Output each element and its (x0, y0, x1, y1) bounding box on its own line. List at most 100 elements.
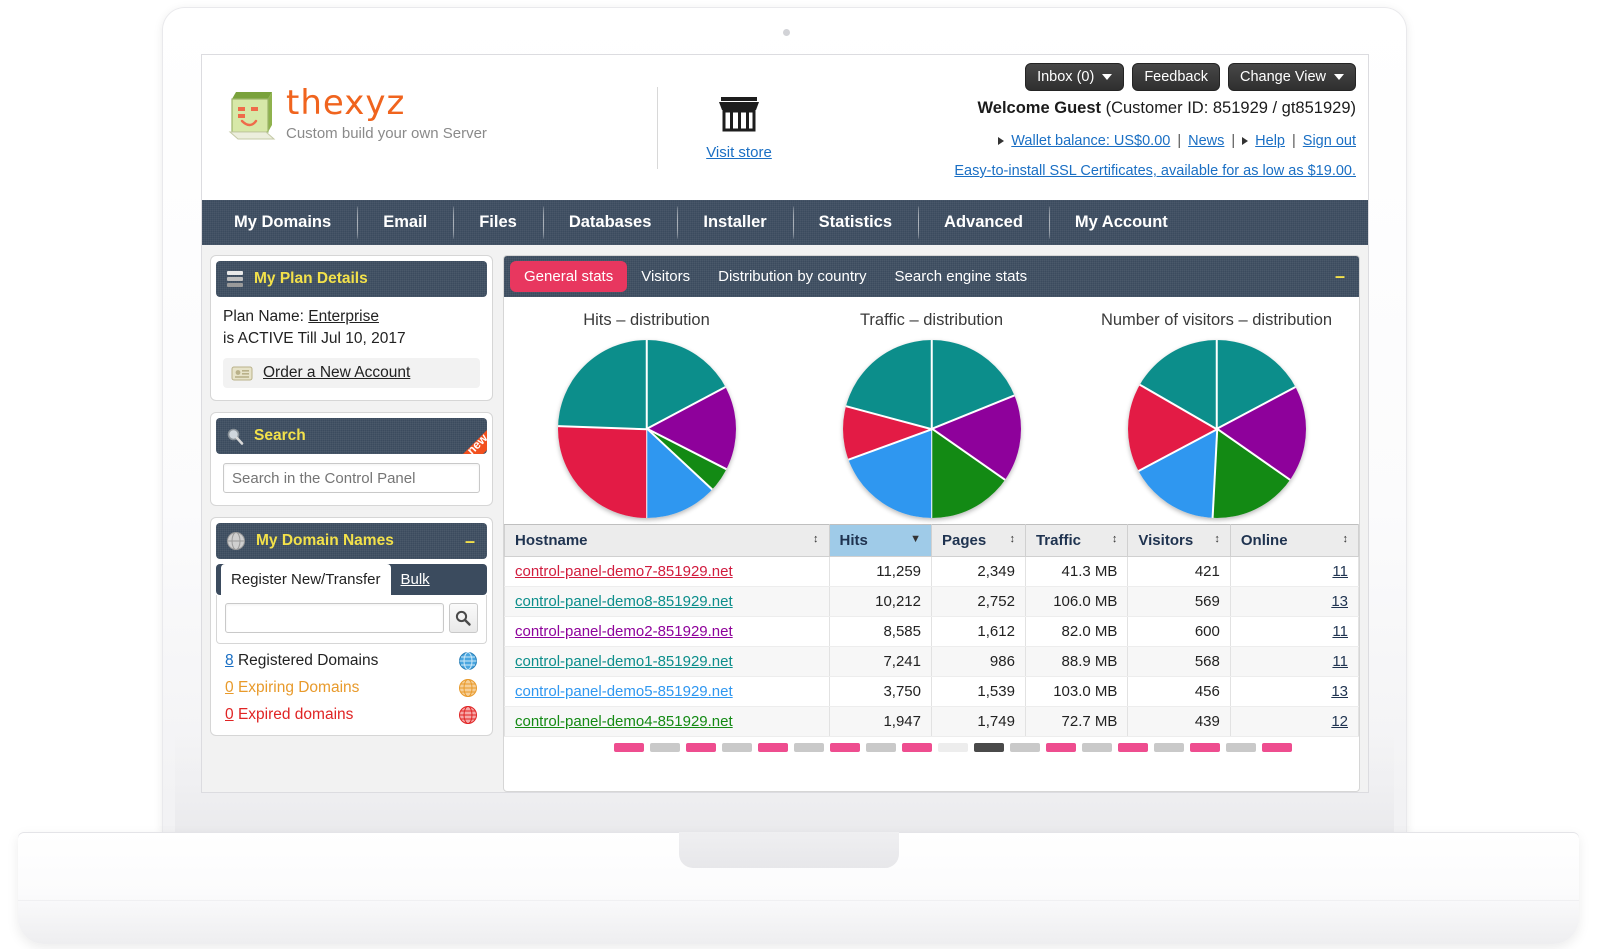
col-hits[interactable]: Hits ▼ (828, 524, 933, 557)
tab-bulk[interactable]: Bulk (391, 564, 440, 595)
tab-register-new-transfer[interactable]: Register New/Transfer (221, 564, 391, 595)
tab-search-engine-stats[interactable]: Search engine stats (881, 261, 1042, 292)
collapse-icon[interactable]: – (1335, 266, 1345, 287)
change-view-button[interactable]: Change View (1228, 63, 1356, 91)
nav-item-statistics[interactable]: Statistics (792, 200, 918, 245)
hostname-link[interactable]: control-panel-demo8-851929.net (515, 593, 733, 610)
online-link[interactable]: 13 (1331, 683, 1348, 700)
wallet-balance-link[interactable]: Wallet balance: US$0.00 (1011, 133, 1170, 149)
cell-online[interactable]: 11 (1229, 556, 1359, 587)
hostname-link[interactable]: control-panel-demo7-851929.net (515, 563, 733, 580)
sort-icon[interactable]: ↕ (813, 532, 819, 546)
ssl-promo-link[interactable]: Easy-to-install SSL Certificates, availa… (954, 163, 1356, 179)
sign-out-link[interactable]: Sign out (1303, 133, 1356, 149)
online-link[interactable]: 11 (1332, 623, 1348, 640)
cell-hostname[interactable]: control-panel-demo7-851929.net (504, 556, 830, 587)
col-traffic-label: Traffic (1035, 532, 1081, 549)
brand-logo[interactable]: thexyz Custom build your own Server (224, 83, 487, 146)
hostname-link[interactable]: control-panel-demo4-851929.net (515, 713, 733, 730)
visit-store-link[interactable]: Visit store (689, 144, 789, 161)
registered-domains-count[interactable]: 8 (225, 652, 234, 669)
nav-item-my-account[interactable]: My Account (1048, 200, 1194, 245)
tab-visitors[interactable]: Visitors (627, 261, 704, 292)
pie-slice-divider (1211, 428, 1218, 518)
cell-hits: 8,585 (828, 616, 933, 647)
cell-online[interactable]: 11 (1229, 646, 1359, 677)
cell-online[interactable]: 13 (1229, 676, 1359, 707)
pie-slice-divider (845, 405, 932, 430)
sort-icon[interactable]: ↕ (1343, 532, 1349, 546)
footer-chip (1010, 743, 1040, 752)
table-row[interactable]: control-panel-demo4-851929.net 1,947 1,749… (504, 706, 1359, 737)
cell-hostname[interactable]: control-panel-demo1-851929.net (504, 646, 830, 677)
col-visitors[interactable]: Visitors ↕ (1127, 524, 1231, 557)
col-online[interactable]: Online ↕ (1229, 524, 1359, 557)
order-new-account-row[interactable]: Order a New Account (223, 358, 480, 388)
cell-online[interactable]: 12 (1229, 706, 1359, 737)
cell-hostname[interactable]: control-panel-demo4-851929.net (504, 706, 830, 737)
cell-online[interactable]: 13 (1229, 586, 1359, 617)
table-row[interactable]: control-panel-demo8-851929.net 10,212 2,75… (504, 586, 1359, 617)
tab-bulk-label: Bulk (400, 571, 430, 588)
registered-domains-row[interactable]: 8 Registered Domains (211, 644, 492, 671)
inbox-button-label: Inbox (0) (1037, 69, 1095, 85)
help-link[interactable]: Help (1255, 133, 1285, 149)
pie-slice-divider (930, 429, 933, 518)
sort-icon[interactable]: ↕ (1214, 532, 1220, 546)
cell-traffic: 103.0 MB (1024, 676, 1129, 707)
search-input[interactable] (223, 463, 480, 493)
nav-item-databases[interactable]: Databases (542, 200, 678, 245)
sort-icon-desc[interactable]: ▼ (910, 532, 921, 546)
online-link[interactable]: 12 (1331, 713, 1348, 730)
table-row[interactable]: control-panel-demo2-851929.net 8,585 1,612… (504, 616, 1359, 647)
hostname-link[interactable]: control-panel-demo1-851929.net (515, 653, 733, 670)
domain-search-input[interactable] (225, 603, 444, 633)
expired-domains-count[interactable]: 0 (225, 706, 234, 723)
col-traffic[interactable]: Traffic ↕ (1024, 524, 1129, 557)
tab-distribution-by-country[interactable]: Distribution by country (704, 261, 880, 292)
expired-domains-row[interactable]: 0 Expired domains (211, 698, 492, 735)
statistics-tabbar: General stats Visitors Distribution by c… (504, 256, 1359, 297)
cell-visitors: 456 (1127, 676, 1231, 707)
cell-hostname[interactable]: control-panel-demo5-851929.net (504, 676, 830, 707)
online-link[interactable]: 11 (1332, 563, 1348, 580)
online-link[interactable]: 13 (1331, 593, 1348, 610)
table-row[interactable]: control-panel-demo1-851929.net 7,241 986 88… (504, 646, 1359, 677)
nav-item-files[interactable]: Files (453, 200, 543, 245)
expiring-domains-row[interactable]: 0 Expiring Domains (211, 671, 492, 698)
nav-item-installer[interactable]: Installer (677, 200, 792, 245)
visit-store[interactable]: Visit store (689, 93, 789, 161)
cell-hostname[interactable]: control-panel-demo8-851929.net (504, 586, 830, 617)
col-hostname[interactable]: Hostname ↕ (504, 524, 830, 557)
footer-chip (1118, 743, 1148, 752)
col-pages[interactable]: Pages ↕ (931, 524, 1026, 557)
hostname-link[interactable]: control-panel-demo5-851929.net (515, 683, 733, 700)
page-body: My Plan Details Plan Name: Enterprise is… (202, 245, 1368, 792)
sort-icon[interactable]: ↕ (1009, 532, 1015, 546)
hostname-link[interactable]: control-panel-demo2-851929.net (515, 623, 733, 640)
cell-hostname[interactable]: control-panel-demo2-851929.net (504, 616, 830, 647)
plan-name-value[interactable]: Enterprise (308, 308, 379, 325)
cell-online[interactable]: 11 (1229, 616, 1359, 647)
news-link[interactable]: News (1188, 133, 1224, 149)
footer-chip (650, 743, 680, 752)
nav-item-advanced[interactable]: Advanced (918, 200, 1049, 245)
control-panel-app: Inbox (0) Feedback Change View thexyz Cu… (202, 55, 1368, 792)
link-separator: | (1177, 133, 1182, 149)
online-link[interactable]: 11 (1332, 653, 1348, 670)
plan-status-line: is ACTIVE Till Jul 10, 2017 (223, 330, 406, 347)
nav-item-email[interactable]: Email (357, 200, 453, 245)
tab-general-stats[interactable]: General stats (510, 261, 628, 292)
link-separator: | (1231, 133, 1236, 149)
table-row[interactable]: control-panel-demo5-851929.net 3,750 1,539… (504, 676, 1359, 707)
nav-item-my-domains[interactable]: My Domains (208, 200, 357, 245)
globe-blue-icon (459, 652, 477, 670)
collapse-icon[interactable]: – (465, 531, 475, 552)
inbox-button[interactable]: Inbox (0) (1025, 63, 1125, 91)
domain-search-button[interactable] (448, 603, 478, 633)
order-new-account-link[interactable]: Order a New Account (263, 364, 410, 382)
table-row[interactable]: control-panel-demo7-851929.net 11,259 2,34… (504, 556, 1359, 587)
sort-icon[interactable]: ↕ (1112, 532, 1118, 546)
expiring-domains-count[interactable]: 0 (225, 679, 234, 696)
feedback-button[interactable]: Feedback (1132, 63, 1220, 91)
